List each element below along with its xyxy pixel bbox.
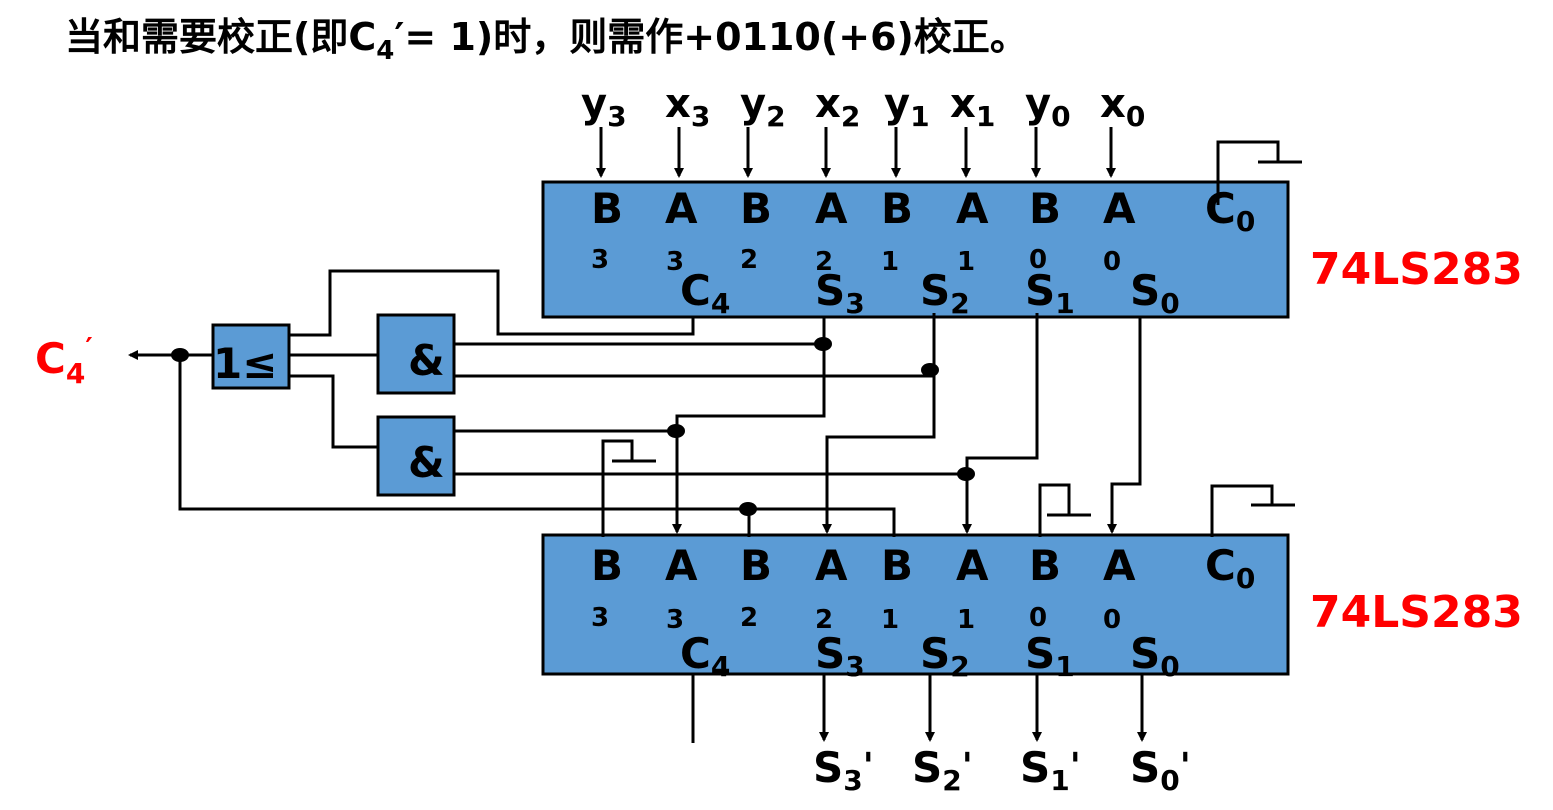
- chip-bottom-name: 74LS283: [1310, 587, 1523, 638]
- bottom-pin-a0: A: [1103, 541, 1136, 590]
- bottom-pin-a2: A: [815, 541, 848, 590]
- adder-correction-diagram: 当和需要校正(即C4′= 1)时，则需作+0110(+6)校正。 1≤ & & …: [35, 15, 1523, 797]
- bottom-pin-b2-sub: 2: [740, 603, 758, 633]
- top-input-labels: y3 x3 y2 x2 y1 x1 y0 x0: [581, 81, 1145, 133]
- top-pin-a2: A: [815, 184, 848, 233]
- input-x2-label: x2: [815, 81, 860, 133]
- bottom-pin-a3: A: [665, 541, 698, 590]
- input-y2-label: y2: [740, 81, 786, 133]
- top-pin-b1-sub: 1: [881, 247, 899, 277]
- chip-top-name: 74LS283: [1310, 244, 1523, 295]
- top-pin-a1-sub: 1: [957, 247, 975, 277]
- output-s1-prime: S1': [1020, 743, 1081, 797]
- junction-s3: [814, 337, 832, 351]
- and-gate-top-label: &: [408, 336, 445, 385]
- output-s3-prime: S3': [813, 743, 874, 797]
- wire-b3-ground: [601, 439, 634, 537]
- and-gate-bottom-label: &: [408, 438, 445, 487]
- wire-s0-to-a0: [1107, 317, 1142, 534]
- wire-c0-bottom-ground: [1210, 484, 1274, 537]
- bottom-pin-b1: B: [881, 541, 913, 590]
- top-pin-b2-sub: 2: [740, 245, 758, 275]
- top-pin-b1: B: [881, 184, 913, 233]
- top-pin-b0: B: [1029, 184, 1061, 233]
- junction-s1: [957, 467, 975, 481]
- wire-s2-to-a2: [822, 313, 936, 534]
- bottom-pin-b3: B: [591, 541, 623, 590]
- top-pin-a0-sub: 0: [1103, 247, 1121, 277]
- wire-s1-to-a1: [962, 313, 1039, 534]
- bottom-pin-b3-sub: 3: [591, 603, 609, 633]
- carry-output-label: C4′: [35, 331, 93, 390]
- page-title: 当和需要校正(即C4′= 1)时，则需作+0110(+6)校正。: [65, 15, 1028, 66]
- input-x3-label: x3: [665, 81, 710, 133]
- input-x0-label: x0: [1100, 81, 1145, 133]
- junction-s3-and: [667, 424, 685, 438]
- junction-feedback: [739, 502, 757, 516]
- top-pin-b3-sub: 3: [591, 245, 609, 275]
- top-input-arrows: [596, 127, 1116, 178]
- wire-and-bottom-to-or: [289, 374, 378, 449]
- input-y3-label: y3: [581, 81, 627, 133]
- junction-s2: [921, 363, 939, 377]
- wire-b0-ground: [1038, 483, 1071, 537]
- input-x1-label: x1: [950, 81, 995, 133]
- top-pin-b2: B: [740, 184, 772, 233]
- input-y0-label: y0: [1025, 81, 1071, 133]
- or-gate-label: 1≤: [213, 339, 277, 388]
- top-pin-a1: A: [956, 184, 989, 233]
- bottom-pin-a0-sub: 0: [1103, 605, 1121, 635]
- output-s2-prime: S2': [912, 743, 973, 797]
- junction-dots: [171, 337, 975, 516]
- wire-s3-to-a3: [672, 317, 826, 534]
- bottom-pin-a1-sub: 1: [957, 605, 975, 635]
- bottom-pin-b0: B: [1029, 541, 1061, 590]
- bottom-pin-b1-sub: 1: [881, 605, 899, 635]
- top-pin-a3: A: [665, 184, 698, 233]
- top-pin-a0: A: [1103, 184, 1136, 233]
- bottom-pin-b2: B: [740, 541, 772, 590]
- junction-c4prime: [171, 348, 189, 362]
- top-pin-b3: B: [591, 184, 623, 233]
- final-output-labels: S3' S2' S1' S0': [813, 743, 1191, 797]
- input-y1-label: y1: [884, 81, 930, 133]
- output-s0-prime: S0': [1130, 743, 1191, 797]
- bottom-pin-a1: A: [956, 541, 989, 590]
